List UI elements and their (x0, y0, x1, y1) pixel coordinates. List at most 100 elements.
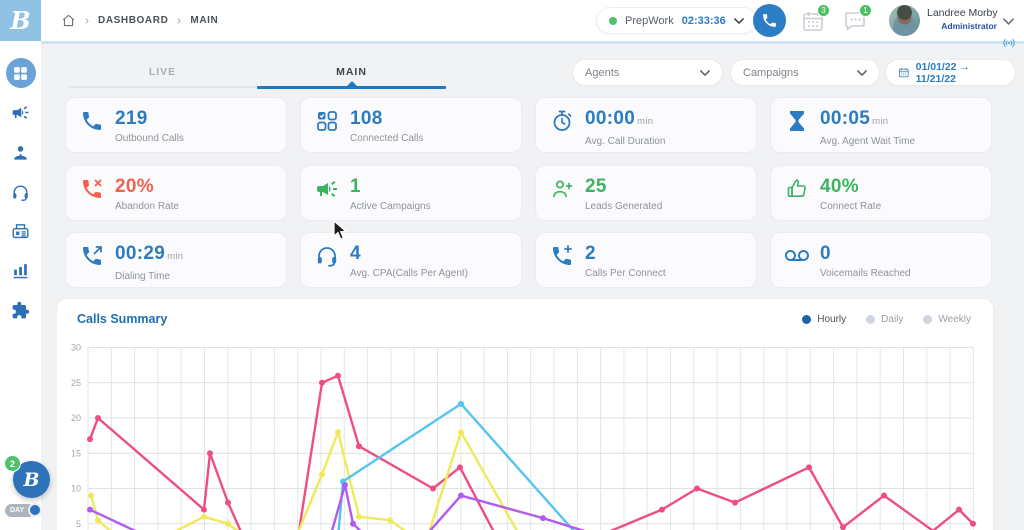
headset-icon (11, 183, 30, 202)
chevron-down-icon[interactable] (1003, 16, 1014, 27)
messages-button[interactable]: 1 (843, 4, 872, 33)
stat-value: 108 (350, 108, 383, 129)
svg-text:5: 5 (76, 519, 81, 529)
mouse-cursor (333, 220, 348, 240)
launcher-button[interactable]: 2 B (4, 455, 50, 498)
chevron-right-icon (175, 17, 183, 25)
chart-title: Calls Summary (77, 312, 168, 326)
person-add-icon (550, 177, 574, 201)
home-icon[interactable] (61, 13, 76, 28)
legend-label: Weekly (938, 314, 971, 325)
status-dot (609, 16, 617, 25)
stat-value: 2 (585, 243, 596, 264)
stat-label: Voicemails Reached (820, 268, 911, 279)
sidebar-item-telephony[interactable] (0, 222, 41, 241)
legend-label: Hourly (817, 314, 847, 325)
sidebar-item-agents[interactable] (0, 143, 41, 162)
stat-label: Leads Generated (585, 200, 663, 212)
sidebar-item-integrations[interactable] (0, 301, 41, 320)
date-range-value: 01/01/22 → 11/21/22 (915, 60, 970, 85)
sidebar: B (0, 0, 41, 530)
dialer-button[interactable] (753, 4, 786, 37)
stat-card-abandon-rate: 20% Abandon Rate (65, 164, 287, 221)
sidebar-item-dashboard[interactable] (0, 58, 41, 88)
signal-icon (1002, 36, 1016, 50)
stat-label: Avg. Call Duration (585, 136, 666, 147)
user-menu[interactable]: Landree Morby Administrator (927, 7, 998, 31)
chevron-right-icon (83, 17, 91, 25)
tab-active-marker (346, 81, 357, 86)
app-logo[interactable]: B (0, 0, 41, 41)
hourglass-icon (785, 109, 809, 133)
thumb-up-icon (785, 177, 809, 201)
chevron-down-icon (857, 68, 867, 78)
top-bar: DASHBOARD MAIN PrepWork 02:33:36 3 1 Lan… (41, 0, 1024, 41)
stat-value: 00:05 min (820, 108, 889, 129)
calendar-icon (898, 66, 910, 79)
tab-main[interactable]: MAIN (257, 62, 446, 89)
stat-label: Active Campaigns (350, 200, 431, 212)
legend-mode-weekly[interactable]: Weekly (923, 314, 971, 325)
breadcrumb-main[interactable]: MAIN (190, 15, 218, 26)
headset-icon (315, 244, 339, 268)
stopwatch-icon (550, 109, 574, 133)
day-toggle[interactable]: DAY (5, 503, 42, 517)
tab-live-label: LIVE (148, 66, 177, 78)
stat-value: 00:00 min (585, 108, 654, 129)
stat-card-leads-generated: 25 Leads Generated (535, 164, 757, 221)
tab-main-label: MAIN (336, 66, 367, 78)
day-toggle-label: DAY (10, 507, 25, 514)
calls-summary-chart: 5 10 15 20 25 30 (57, 343, 993, 530)
stats-grid: 219 Outbound Calls 108 Connected Calls 00:00… (65, 97, 992, 288)
stat-card-connect-rate: 40% Connect Rate (770, 164, 992, 221)
stat-unit: min (637, 116, 654, 127)
tab-live[interactable]: LIVE (68, 62, 257, 88)
stat-card-active-campaigns: 1 Active Campaigns (300, 164, 522, 221)
stat-unit: min (872, 116, 889, 127)
stat-unit: min (167, 251, 184, 262)
stat-card-calls-per-connect: 2 Calls Per Connect (535, 232, 757, 288)
phone-icon (80, 109, 104, 133)
legend-dot (866, 315, 876, 324)
day-toggle-knob[interactable] (28, 503, 42, 517)
svg-text:25: 25 (71, 378, 81, 388)
user-role: Administrator (941, 21, 997, 31)
chevron-down-icon (733, 16, 744, 26)
stat-label: Dialing Time (115, 271, 171, 282)
stat-card-voicemails-reached: 0 Voicemails Reached (770, 232, 992, 288)
launcher-logo-letter: B (23, 468, 40, 491)
agent-status-pill[interactable]: PrepWork 02:33:36 (596, 7, 757, 34)
date-range-filter[interactable]: 01/01/22 → 11/21/22 (885, 59, 1016, 86)
sidebar-item-reports[interactable] (0, 261, 41, 280)
campaigns-filter[interactable]: Campaigns (730, 59, 880, 86)
chevron-down-icon (700, 68, 710, 78)
agents-filter-label: Agents (585, 66, 620, 79)
phone-missed-icon (80, 177, 104, 201)
user-name: Landree Morby (927, 7, 998, 19)
avatar[interactable] (889, 5, 920, 36)
stat-card-connected-calls: 108 Connected Calls (300, 97, 522, 153)
legend-mode-daily[interactable]: Daily (866, 314, 903, 325)
person-icon (11, 143, 30, 162)
sidebar-item-campaigns[interactable] (0, 103, 41, 122)
chart-legend: Hourly Daily Weekly (802, 314, 971, 325)
calendar-button[interactable]: 3 (801, 4, 830, 33)
megaphone-icon (11, 103, 30, 122)
stat-value: 20% (115, 175, 154, 197)
stat-value: 25 (585, 175, 607, 197)
sidebar-item-support[interactable] (0, 183, 41, 202)
legend-label: Daily (881, 314, 904, 325)
stat-card-avg-agent-wait-time: 00:05 min Avg. Agent Wait Time (770, 97, 992, 153)
legend-mode-hourly[interactable]: Hourly (802, 314, 846, 325)
legend-dot (923, 315, 933, 324)
stat-label: Outbound Calls (115, 133, 184, 144)
svg-text:20: 20 (71, 413, 81, 423)
bar-chart-icon (11, 261, 30, 280)
agents-filter[interactable]: Agents (572, 59, 723, 86)
status-label: PrepWork (625, 14, 674, 27)
breadcrumb-dashboard[interactable]: DASHBOARD (98, 15, 168, 26)
stat-card-outbound-calls: 219 Outbound Calls (65, 97, 287, 153)
voicemail-icon (785, 244, 809, 268)
calendar-badge: 3 (817, 4, 830, 17)
stat-card-avg-call-duration: 00:00 min Avg. Call Duration (535, 97, 757, 153)
